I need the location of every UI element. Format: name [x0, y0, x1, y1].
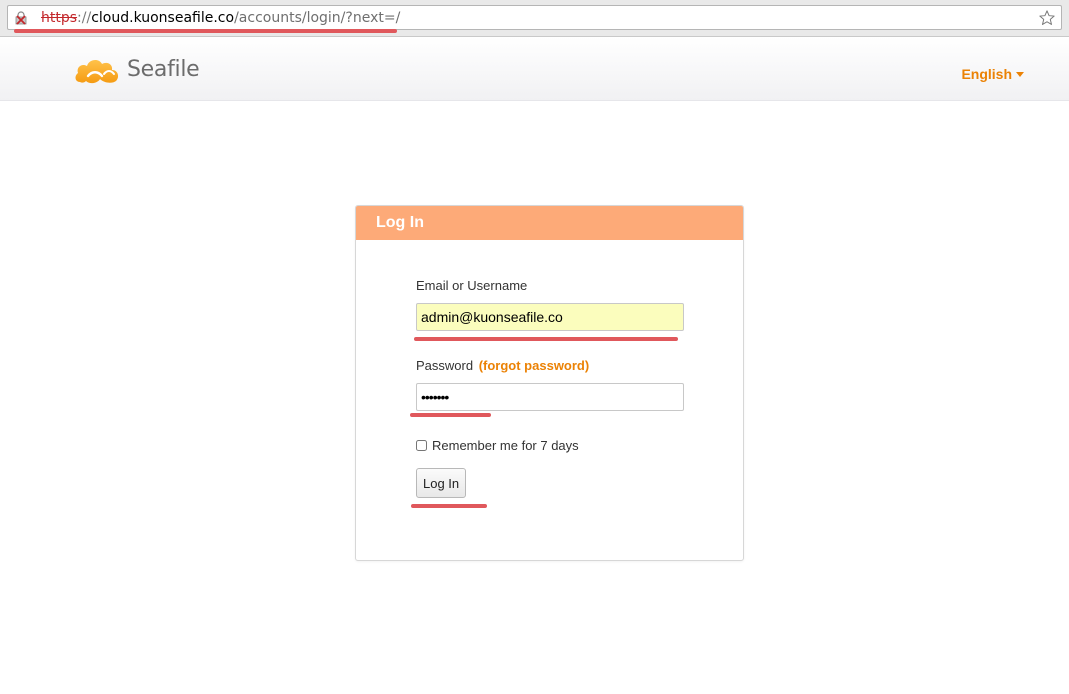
login-button[interactable]: Log In — [416, 468, 467, 498]
email-label: Email or Username — [416, 278, 528, 293]
email-field[interactable] — [416, 303, 684, 331]
bookmark-star-icon[interactable] — [1038, 9, 1056, 27]
url-separator: :// — [77, 10, 92, 26]
remember-me-checkbox[interactable] — [416, 440, 427, 451]
site-header: Seafile English — [0, 37, 1069, 101]
annotation-underline-url — [14, 29, 397, 33]
forgot-password-link[interactable]: (forgot password) — [479, 358, 590, 373]
language-label: English — [961, 66, 1012, 82]
password-field[interactable] — [416, 383, 684, 411]
password-label-row: Password (forgot password) — [416, 358, 589, 373]
password-label: Password — [416, 358, 474, 373]
logo-text: Seafile — [127, 56, 200, 82]
annotation-underline-password — [410, 413, 491, 417]
chevron-down-icon — [1016, 71, 1024, 77]
remember-me-label: Remember me for 7 days — [432, 438, 579, 453]
broken-ssl-lock-icon[interactable] — [14, 11, 28, 25]
seafile-logo[interactable]: Seafile — [74, 51, 200, 87]
seafile-cloud-logo-icon — [75, 60, 119, 84]
url-scheme: https — [41, 10, 78, 26]
url-host: cloud.kuonseafile.co — [91, 10, 235, 26]
login-panel-title: Log In — [356, 206, 743, 240]
remember-me-row[interactable]: Remember me for 7 days — [416, 438, 579, 453]
language-dropdown[interactable]: English — [961, 66, 1024, 82]
address-bar[interactable]: https://cloud.kuonseafile.co/accounts/lo… — [7, 5, 1062, 30]
url-text[interactable]: https://cloud.kuonseafile.co/accounts/lo… — [41, 10, 400, 26]
url-path: /accounts/login/?next=/ — [234, 10, 401, 26]
annotation-underline-login-button — [411, 504, 487, 508]
annotation-underline-email — [414, 337, 678, 341]
